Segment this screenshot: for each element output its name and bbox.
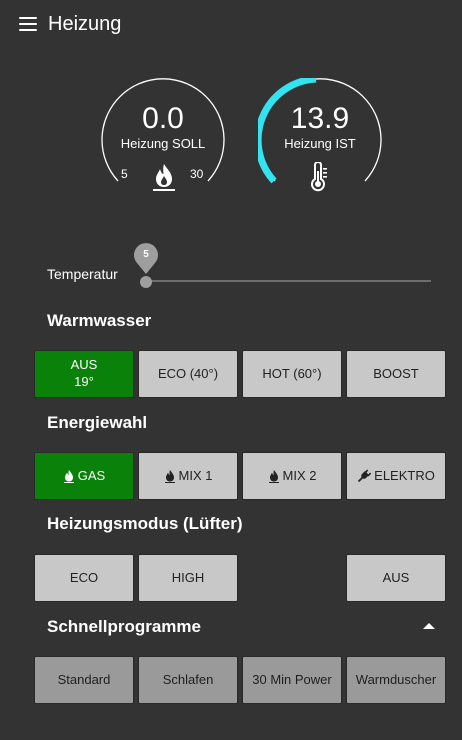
flame-icon	[63, 470, 74, 483]
programm-standard-button[interactable]: Standard	[34, 656, 134, 704]
warmwasser-title: Warmwasser	[47, 311, 152, 330]
temperatur-slider-handle[interactable]	[140, 276, 152, 288]
energie-mix2-button[interactable]: MIX 2	[242, 452, 342, 500]
heizungsmodus-title: Heizungsmodus (Lüfter)	[47, 514, 243, 533]
warmwasser-eco-button[interactable]: ECO (40°)	[138, 350, 238, 398]
ist-value: 13.9	[290, 102, 350, 135]
energie-mix1-button[interactable]: MIX 1	[138, 452, 238, 500]
slider-value: 5	[143, 249, 149, 260]
temperatur-slider-track[interactable]	[146, 280, 431, 282]
soll-min: 5	[121, 167, 128, 181]
energie-elektro-button[interactable]: ELEKTRO	[346, 452, 446, 500]
chevron-up-icon[interactable]	[423, 623, 435, 629]
heizung-ist-gauge: 13.9 Heizung IST	[258, 78, 388, 198]
page-title: Heizung	[48, 13, 122, 35]
warmwasser-hot-button[interactable]: HOT (60°)	[242, 350, 342, 398]
flame-icon	[164, 470, 175, 483]
modus-aus-button[interactable]: AUS	[346, 554, 446, 602]
energie-elektro-label: ELEKTRO	[374, 467, 435, 483]
programm-schlafen-button[interactable]: Schlafen	[138, 656, 238, 704]
modus-eco-button[interactable]: ECO	[34, 554, 134, 602]
flame-icon	[268, 470, 279, 483]
ist-label: Heizung IST	[284, 136, 356, 151]
energie-mix1-label: MIX 1	[178, 467, 213, 483]
heizung-soll-gauge[interactable]: 0.0 Heizung SOLL 5 30	[101, 78, 231, 198]
schnellprogramme-title: Schnellprogramme	[47, 617, 201, 636]
warmwasser-aus-button[interactable]: AUS 19°	[34, 350, 134, 398]
soll-label: Heizung SOLL	[120, 136, 206, 151]
slider-value-bubble: 5	[133, 241, 159, 280]
warmwasser-aus-temp: 19°	[74, 374, 94, 389]
plug-icon	[358, 469, 372, 483]
programm-30min-power-button[interactable]: 30 Min Power	[242, 656, 342, 704]
warmwasser-boost-button[interactable]: BOOST	[346, 350, 446, 398]
energie-mix2-label: MIX 2	[282, 467, 317, 483]
energie-gas-label: GAS	[77, 467, 106, 483]
app-header: Heizung	[0, 0, 462, 50]
hamburger-menu-icon[interactable]	[19, 17, 37, 31]
programm-warmduscher-button[interactable]: Warmduscher	[346, 656, 446, 704]
energiewahl-title: Energiewahl	[47, 413, 148, 432]
energie-gas-button[interactable]: GAS	[34, 452, 134, 500]
temperatur-label: Temperatur	[47, 266, 118, 282]
soll-max: 30	[190, 167, 204, 181]
warmwasser-aus-label: AUS	[70, 357, 98, 373]
soll-value: 0.0	[142, 102, 184, 135]
modus-high-button[interactable]: HIGH	[138, 554, 238, 602]
